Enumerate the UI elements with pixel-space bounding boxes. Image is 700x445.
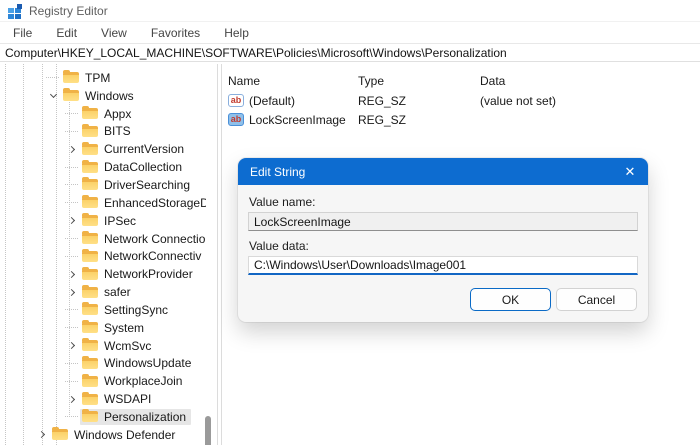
value-name: LockScreenImage xyxy=(249,112,346,127)
registry-tree-pane: TPM Windows Appx BITS CurrentVersion Dat xyxy=(0,64,217,445)
chevron-right-icon[interactable] xyxy=(67,342,75,350)
tree-rows: TPM Windows Appx BITS CurrentVersion Dat xyxy=(0,64,217,444)
string-value-icon-selected: ab xyxy=(228,113,244,126)
value-name-label: Value name: xyxy=(249,195,316,209)
tree-connector xyxy=(64,184,78,186)
chevron-right-icon[interactable] xyxy=(67,217,75,225)
tree-item-wcmsvc[interactable]: WcmSvc xyxy=(0,337,206,355)
value-type: REG_SZ xyxy=(358,93,407,108)
tree-item-personalization[interactable]: Personalization xyxy=(0,408,206,426)
tree-connector xyxy=(64,362,78,364)
menu-edit[interactable]: Edit xyxy=(51,24,82,42)
ok-button[interactable]: OK xyxy=(470,288,551,311)
tree-connector xyxy=(45,77,59,79)
folder-icon xyxy=(82,391,98,405)
folder-icon xyxy=(63,70,79,84)
folder-icon xyxy=(82,141,98,155)
folder-icon xyxy=(82,123,98,137)
value-row-default[interactable]: ab (Default) REG_SZ (value not set) xyxy=(222,91,700,110)
folder-icon xyxy=(82,338,98,352)
tree-item-bits[interactable]: BITS xyxy=(0,123,206,141)
value-data: (value not set) xyxy=(480,93,557,108)
folder-icon xyxy=(82,248,98,262)
folder-icon xyxy=(52,427,68,441)
tree-connector xyxy=(64,416,78,418)
tree-item-ipsec[interactable]: IPSec xyxy=(0,212,206,230)
folder-icon xyxy=(82,213,98,227)
folder-icon xyxy=(82,177,98,191)
menu-file[interactable]: File xyxy=(8,24,37,42)
tree-connector xyxy=(64,166,78,168)
tree-item-safer[interactable]: safer xyxy=(0,283,206,301)
value-data-field[interactable] xyxy=(248,256,638,275)
tree-connector xyxy=(64,238,78,240)
tree-connector xyxy=(64,202,78,204)
value-name: (Default) xyxy=(249,93,296,108)
folder-icon xyxy=(82,195,98,209)
tree-item-enhancedstorage[interactable]: EnhancedStorageDe xyxy=(0,194,206,212)
menu-view[interactable]: View xyxy=(96,24,132,42)
chevron-right-icon[interactable] xyxy=(37,431,45,439)
column-header-data[interactable]: Data xyxy=(480,74,700,88)
tree-item-network-connections[interactable]: Network Connectio xyxy=(0,230,206,248)
folder-icon xyxy=(82,355,98,369)
folder-icon xyxy=(82,302,98,316)
menu-help[interactable]: Help xyxy=(219,24,254,42)
tree-item-datacollection[interactable]: DataCollection xyxy=(0,158,206,176)
tree-connector xyxy=(64,255,78,257)
chevron-right-icon[interactable] xyxy=(67,270,75,278)
value-data-label: Value data: xyxy=(249,239,309,253)
tree-connector xyxy=(64,309,78,311)
menu-bar: File Edit View Favorites Help xyxy=(0,22,700,44)
folder-icon xyxy=(82,231,98,245)
value-row-lockscreenimage[interactable]: ab LockScreenImage REG_SZ xyxy=(222,110,700,129)
tree-connector xyxy=(64,113,78,115)
tree-item-networkconnectivity[interactable]: NetworkConnectiv xyxy=(0,247,206,265)
tree-connector xyxy=(64,130,78,132)
tree-item-appx[interactable]: Appx xyxy=(0,105,206,123)
dialog-title-bar[interactable]: Edit String ✕ xyxy=(238,158,648,185)
value-name-field[interactable] xyxy=(248,212,638,231)
folder-icon xyxy=(82,106,98,120)
tree-item-currentversion[interactable]: CurrentVersion xyxy=(0,140,206,158)
folder-icon xyxy=(82,266,98,280)
column-header-type[interactable]: Type xyxy=(358,74,480,88)
chevron-right-icon[interactable] xyxy=(67,395,75,403)
values-header-row: Name Type Data xyxy=(222,70,700,91)
folder-icon xyxy=(82,159,98,173)
tree-item-system[interactable]: System xyxy=(0,319,206,337)
tree-item-driversearching[interactable]: DriverSearching xyxy=(0,176,206,194)
tree-item-networkprovider[interactable]: NetworkProvider xyxy=(0,265,206,283)
cancel-button[interactable]: Cancel xyxy=(556,288,637,311)
folder-icon xyxy=(82,409,98,423)
dialog-title: Edit String xyxy=(250,164,306,179)
string-value-icon: ab xyxy=(228,94,244,107)
window-title: Registry Editor xyxy=(29,3,108,18)
tree-item-workplacejoin[interactable]: WorkplaceJoin xyxy=(0,372,206,390)
folder-icon xyxy=(82,284,98,298)
tree-item-windows-defender[interactable]: Windows Defender xyxy=(0,426,206,444)
tree-item-windowsupdate[interactable]: WindowsUpdate xyxy=(0,355,206,373)
menu-favorites[interactable]: Favorites xyxy=(146,24,205,42)
tree-connector xyxy=(64,327,78,329)
title-bar: Registry Editor xyxy=(0,0,700,22)
registry-editor-app-icon xyxy=(8,3,22,18)
value-type: REG_SZ xyxy=(358,112,407,127)
close-icon[interactable]: ✕ xyxy=(618,161,642,182)
tree-connector xyxy=(64,380,78,382)
chevron-right-icon[interactable] xyxy=(67,145,75,153)
folder-icon xyxy=(63,88,79,102)
tree-item-wsdapi[interactable]: WSDAPI xyxy=(0,390,206,408)
tree-item-settingsync[interactable]: SettingSync xyxy=(0,301,206,319)
tree-item-tpm[interactable]: TPM xyxy=(0,69,206,87)
tree-scrollbar-thumb[interactable] xyxy=(205,416,211,445)
folder-icon xyxy=(82,320,98,334)
chevron-right-icon[interactable] xyxy=(67,288,75,296)
tree-item-windows[interactable]: Windows xyxy=(0,87,206,105)
address-bar[interactable]: Computer\HKEY_LOCAL_MACHINE\SOFTWARE\Pol… xyxy=(0,44,700,62)
chevron-down-icon[interactable] xyxy=(49,90,57,98)
column-header-name[interactable]: Name xyxy=(228,74,358,88)
folder-icon xyxy=(82,373,98,387)
edit-string-dialog: Edit String ✕ Value name: Value data: OK… xyxy=(238,158,648,322)
